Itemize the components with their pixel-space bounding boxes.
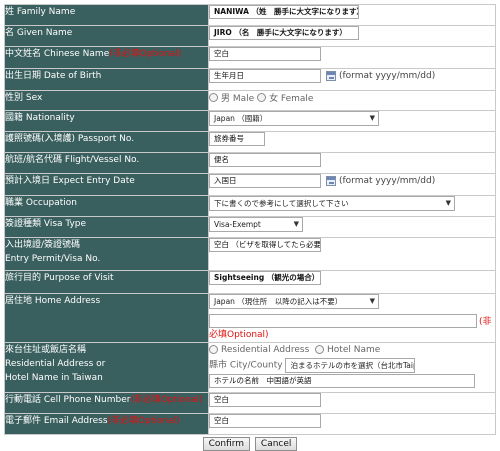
dob-label-text: 出生日期 Date of Birth (5, 71, 102, 81)
residence-label-line1: 來台住址或飯店名稱 (5, 344, 87, 355)
permit-label: 入出境證/簽證號碼 Entry Permit/Visa No. (4, 237, 209, 271)
dob-input[interactable]: 生年月日 (209, 69, 321, 83)
phone-input[interactable]: 空白 (209, 392, 321, 407)
home-address-optional-a: (非 (479, 316, 492, 327)
visa-type-selected: Visa-Exempt (214, 220, 261, 229)
entry-date-label: 預計入境日 Expect Entry Date (4, 173, 209, 196)
residential-address-option: Residential Address (221, 344, 310, 355)
chinese-name-label: 中文姓名 Chinese Name(非必填Optional) (4, 46, 209, 69)
optional-tag: (非必填Optional) (130, 394, 203, 405)
residence-label-line3: Hotel Name in Taiwan (5, 372, 103, 383)
flight-input[interactable]: 便名 (209, 153, 321, 167)
optional-tag: (非必填Optional) (109, 49, 182, 59)
visa-type-select[interactable]: Visa-Exempt ▼ (209, 217, 303, 232)
flight-label-text: 航班/航名代碼 Flight/Vessel No. (5, 155, 140, 165)
phone-label-text: 行動電話 Cell Phone Number (5, 394, 131, 405)
home-country-select[interactable]: Japan （現住所 以降の記入は不要） ▼ (209, 294, 379, 309)
sex-label-text: 性別 Sex (5, 93, 43, 103)
chinese-name-label-text: 中文姓名 Chinese Name (5, 49, 110, 59)
email-input[interactable]: 空白 (209, 413, 321, 428)
calendar-icon[interactable] (326, 71, 336, 81)
dob-format-hint: (format yyyy/mm/dd) (339, 71, 436, 81)
email-label: 電子郵件 Email Address(非必填Optional) (4, 412, 209, 435)
occupation-label-text: 職業 Occupation (5, 198, 78, 208)
passport-label-text: 護照號碼(入境護) Passport No. (5, 134, 135, 144)
family-name-input[interactable]: NANIWA （姓 勝手に大文字になります） (209, 5, 359, 19)
purpose-label: 旅行目的 Purpose of Visit (4, 270, 209, 294)
nationality-selected: Japan （國籍） (214, 114, 268, 123)
optional-tag: (非必填Optional) (107, 415, 180, 426)
chevron-down-icon: ▼ (369, 114, 375, 122)
calendar-icon[interactable] (326, 176, 336, 186)
permit-label-line1: 入出境證/簽證號碼 (5, 240, 81, 250)
home-country-selected: Japan （現住所 以降の記入は不要） (214, 297, 343, 306)
chevron-down-icon: ▼ (445, 199, 451, 207)
entry-date-input[interactable]: 入国日 (209, 174, 321, 188)
entry-date-format-hint: (format yyyy/mm/dd) (339, 176, 436, 186)
sex-male-radio[interactable] (209, 93, 218, 102)
visa-type-label: 簽證種類 Visa Type (4, 216, 209, 238)
given-name-label: 名 Given Name (4, 25, 209, 47)
sex-label: 性別 Sex (4, 90, 209, 111)
city-county-label: 縣市 City/County (209, 360, 283, 371)
hotel-name-radio[interactable] (315, 345, 325, 354)
city-county-selected: 泊まるホテルの市を選択（台北市Taipei City） (290, 361, 416, 370)
confirm-button[interactable]: Confirm (202, 437, 251, 451)
residence-label: 來台住址或飯店名稱 Residential Address or Hotel Nam… (4, 341, 209, 393)
passport-label: 護照號碼(入境護) Passport No. (4, 131, 209, 153)
purpose-label-text: 旅行目的 Purpose of Visit (5, 273, 114, 283)
occupation-label: 職業 Occupation (4, 195, 209, 217)
family-name-label: 姓 Family Name (4, 4, 209, 26)
hotel-name-input[interactable]: ホテルの名前 中国語が英語 (209, 374, 475, 388)
phone-label: 行動電話 Cell Phone Number(非必填Optional) (4, 391, 209, 414)
email-label-text: 電子郵件 Email Address (5, 415, 108, 426)
nationality-label-text: 國籍 Nationality (5, 113, 75, 123)
permit-input[interactable]: 空白 （ビザを取得してたら必要） (209, 238, 321, 252)
nationality-select[interactable]: Japan （國籍） ▼ (209, 111, 379, 126)
nationality-label: 國籍 Nationality (4, 110, 209, 132)
occupation-selected: 下に書くので参考にして選択して下さい (214, 199, 349, 208)
sex-female-label: 女 Female (269, 94, 314, 104)
residential-address-radio[interactable] (209, 345, 218, 354)
given-name-input[interactable]: JIRO （名 勝手に大文字になります） (209, 26, 359, 40)
home-address-label-text: 居住地 Home Address (5, 296, 101, 306)
chinese-name-input[interactable]: 空白 (209, 47, 321, 61)
given-name-label-text: 名 Given Name (5, 28, 73, 38)
home-address-input[interactable] (209, 314, 477, 328)
application-form: 姓 Family Name NANIWA （姓 勝手に大文字になります） 名 G… (4, 4, 496, 435)
home-address-label: 居住地 Home Address (4, 293, 209, 343)
permit-label-line2: Entry Permit/Visa No. (5, 254, 101, 264)
form-actions: Confirm Cancel (0, 437, 500, 451)
city-county-select[interactable]: 泊まるホテルの市を選択（台北市Taipei City） (285, 358, 416, 373)
home-address-optional-b: 必填Optional) (209, 329, 269, 340)
dob-label: 出生日期 Date of Birth (4, 68, 209, 91)
cancel-button[interactable]: Cancel (254, 437, 298, 451)
chevron-down-icon: ▼ (293, 220, 299, 228)
purpose-input[interactable]: Sightseeing （観光の場合） (209, 271, 321, 285)
sex-male-label: 男 Male (221, 94, 255, 104)
occupation-select[interactable]: 下に書くので参考にして選択して下さい ▼ (209, 196, 455, 211)
residence-label-line2: Residential Address or (5, 358, 106, 369)
chevron-down-icon: ▼ (369, 297, 375, 305)
sex-female-radio[interactable] (257, 93, 267, 102)
entry-date-label-text: 預計入境日 Expect Entry Date (5, 176, 135, 186)
flight-label: 航班/航名代碼 Flight/Vessel No. (4, 152, 209, 174)
visa-type-label-text: 簽證種類 Visa Type (5, 219, 87, 229)
family-name-label-text: 姓 Family Name (5, 7, 76, 17)
hotel-name-option: Hotel Name (327, 344, 381, 355)
passport-input[interactable]: 旅券番号 (209, 132, 265, 146)
